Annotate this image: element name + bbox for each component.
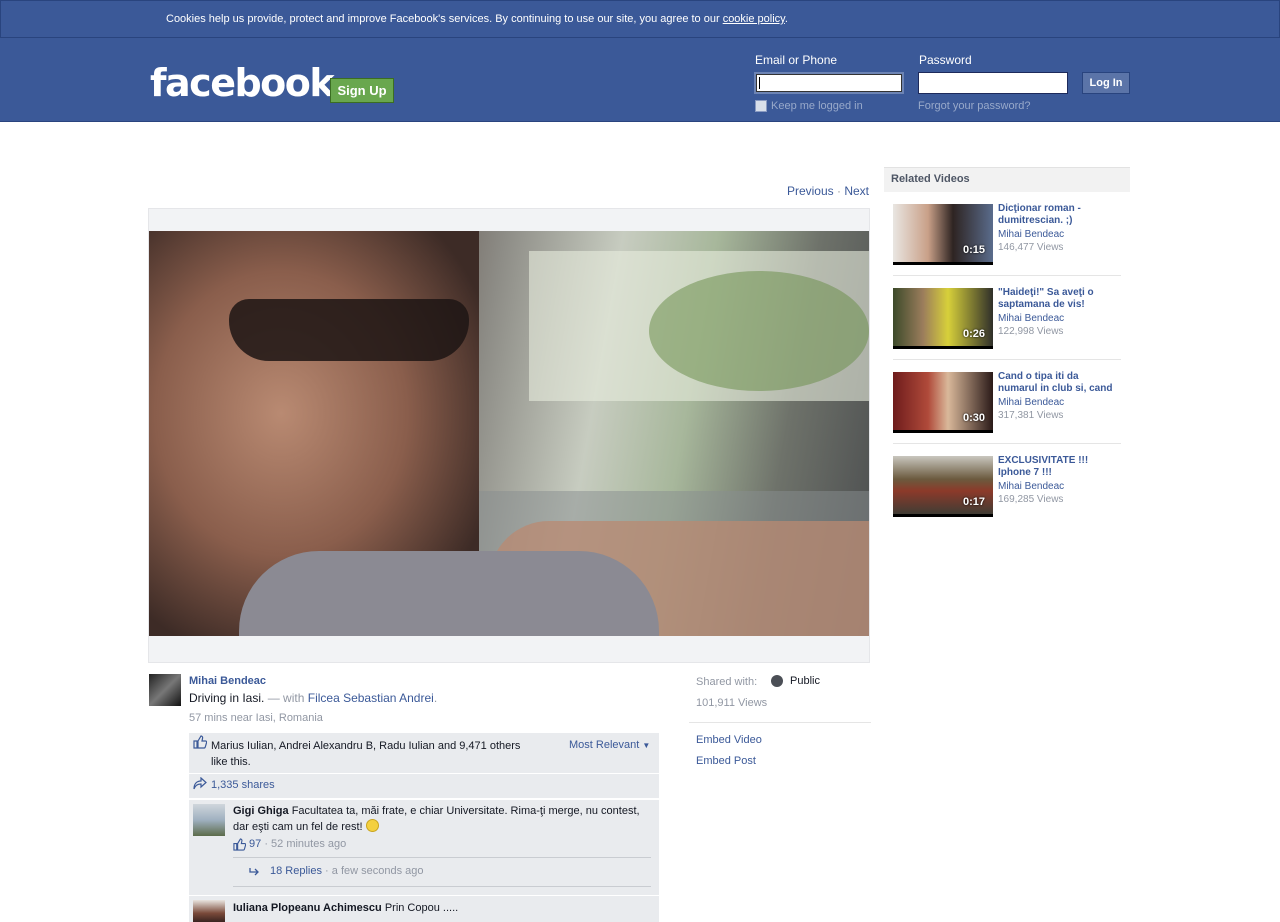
video-navigation: Previous · Next — [787, 184, 869, 198]
related-video-views: 317,381 Views — [998, 410, 1064, 421]
related-video-author[interactable]: Mihai Bendeac — [998, 313, 1064, 324]
info-divider — [689, 722, 871, 723]
video-duration: 0:17 — [962, 496, 985, 508]
view-replies-link[interactable]: 18 Replies — [270, 865, 322, 877]
privacy-value: Public — [790, 675, 820, 687]
keep-logged-in-checkbox[interactable] — [755, 100, 767, 112]
related-video-thumbnail[interactable]: 0:15 — [893, 204, 993, 265]
video-scene-trees — [649, 271, 869, 391]
cookie-message: Cookies help us provide, protect and imp… — [166, 13, 723, 25]
share-icon — [193, 776, 207, 793]
with-end: . — [433, 691, 438, 705]
previous-link[interactable]: Previous — [787, 184, 834, 198]
commenter-avatar[interactable] — [193, 900, 225, 922]
shared-with-label: Shared with: — [696, 676, 758, 688]
reply-arrow-icon — [249, 866, 261, 880]
related-video-thumbnail[interactable]: 0:30 — [893, 372, 993, 433]
facebook-logo[interactable]: facebook — [150, 64, 335, 102]
related-video-views: 146,477 Views — [998, 242, 1064, 253]
smiley-icon — [365, 819, 379, 832]
likes-summary[interactable]: Marius Iulian, Andrei Alexandru B, Radu … — [211, 738, 531, 770]
related-divider — [893, 443, 1121, 444]
related-video-views: 169,285 Views — [998, 494, 1064, 505]
video-scene-sunglasses — [229, 299, 469, 361]
text-cursor — [759, 77, 760, 89]
comment-divider — [233, 857, 651, 858]
related-video-title[interactable]: "Haideţi!" Sa aveţi o saptamana de vis! — [998, 287, 1120, 311]
related-divider — [893, 275, 1121, 276]
tagged-friend-link[interactable]: Filcea Sebastian Andrei — [308, 691, 434, 705]
comment-like-count[interactable]: 97 — [249, 838, 261, 850]
sort-label: Most Relevant — [569, 739, 640, 751]
commenter-avatar[interactable] — [193, 804, 225, 836]
related-video-thumbnail[interactable]: 0:17 — [893, 456, 993, 517]
video-duration: 0:30 — [962, 412, 985, 424]
replies-meta: 18 Replies · a few seconds ago — [270, 865, 424, 877]
comment-like-icon[interactable] — [233, 838, 247, 854]
cookie-end: . — [784, 13, 788, 25]
view-count: 101,911 Views — [696, 697, 768, 709]
video-player[interactable] — [149, 231, 869, 636]
embed-post-link[interactable]: Embed Post — [696, 755, 756, 767]
email-label: Email or Phone — [755, 53, 838, 67]
cookie-text: Cookies help us provide, protect and imp… — [166, 13, 788, 25]
cookie-policy-link[interactable]: cookie policy — [723, 13, 785, 25]
related-video-author[interactable]: Mihai Bendeac — [998, 229, 1064, 240]
comment-body: Iuliana Plopeanu Achimescu Prin Copou ..… — [233, 900, 643, 916]
cookie-banner: Cookies help us provide, protect and imp… — [0, 0, 1280, 38]
comment-body: Gigi Ghiga Facultatea ta, măi frate, e c… — [233, 803, 643, 835]
video-scene-shirt — [239, 551, 659, 636]
related-divider — [893, 359, 1121, 360]
chevron-down-icon: ▼ — [642, 741, 651, 750]
replies-time: · a few seconds ago — [325, 865, 424, 877]
email-field[interactable] — [754, 72, 904, 94]
commenter-name[interactable]: Gigi Ghiga — [233, 805, 289, 817]
password-field[interactable] — [918, 72, 1068, 94]
related-video-views: 122,998 Views — [998, 326, 1064, 337]
related-video-title[interactable]: EXCLUSIVITATE !!! Iphone 7 !!! — [998, 455, 1120, 479]
forgot-password-link[interactable]: Forgot your password? — [918, 100, 1031, 112]
comment-time: · 52 minutes ago — [264, 838, 347, 850]
password-label: Password — [919, 53, 972, 67]
related-videos-title: Related Videos — [891, 173, 970, 185]
caption-text: Driving in Iasi. — [189, 691, 265, 705]
commenter-name[interactable]: Iuliana Plopeanu Achimescu — [233, 902, 382, 914]
with-prefix: — with — [267, 691, 305, 705]
related-video-author[interactable]: Mihai Bendeac — [998, 397, 1064, 408]
post-caption: Driving in Iasi. — with Filcea Sebastian… — [189, 691, 437, 705]
log-in-button[interactable]: Log In — [1082, 72, 1130, 94]
next-link[interactable]: Next — [844, 184, 869, 198]
related-video-thumbnail[interactable]: 0:26 — [893, 288, 993, 349]
comment-text: Facultatea ta, măi frate, e chiar Univer… — [233, 805, 640, 833]
keep-logged-in-label[interactable]: Keep me logged in — [771, 100, 863, 112]
globe-icon — [771, 675, 783, 687]
top-bar: facebook Sign Up Email or Phone Password… — [0, 38, 1280, 122]
comment-meta: 97 · 52 minutes ago — [249, 838, 346, 850]
comment-text: Prin Copou ..... — [384, 902, 459, 914]
poster-name[interactable]: Mihai Bendeac — [189, 675, 266, 687]
related-video-title[interactable]: Dicţionar roman - dumitrescian. ;) — [998, 203, 1120, 227]
embed-video-link[interactable]: Embed Video — [696, 734, 762, 746]
thumbs-up-icon — [193, 735, 208, 752]
comment-sort-dropdown[interactable]: Most Relevant ▼ — [569, 739, 650, 751]
video-duration: 0:26 — [962, 328, 985, 340]
shares-link[interactable]: 1,335 shares — [211, 779, 275, 791]
related-video-title[interactable]: Cand o tipa iti da numarul in club si, c… — [998, 371, 1120, 395]
related-video-author[interactable]: Mihai Bendeac — [998, 481, 1064, 492]
post-meta: 57 mins near Iasi, Romania — [189, 712, 323, 724]
sign-up-button[interactable]: Sign Up — [330, 78, 394, 103]
video-duration: 0:15 — [962, 244, 985, 256]
poster-avatar[interactable] — [149, 674, 181, 706]
nav-separator: · — [836, 184, 841, 198]
comment-divider — [233, 886, 651, 887]
